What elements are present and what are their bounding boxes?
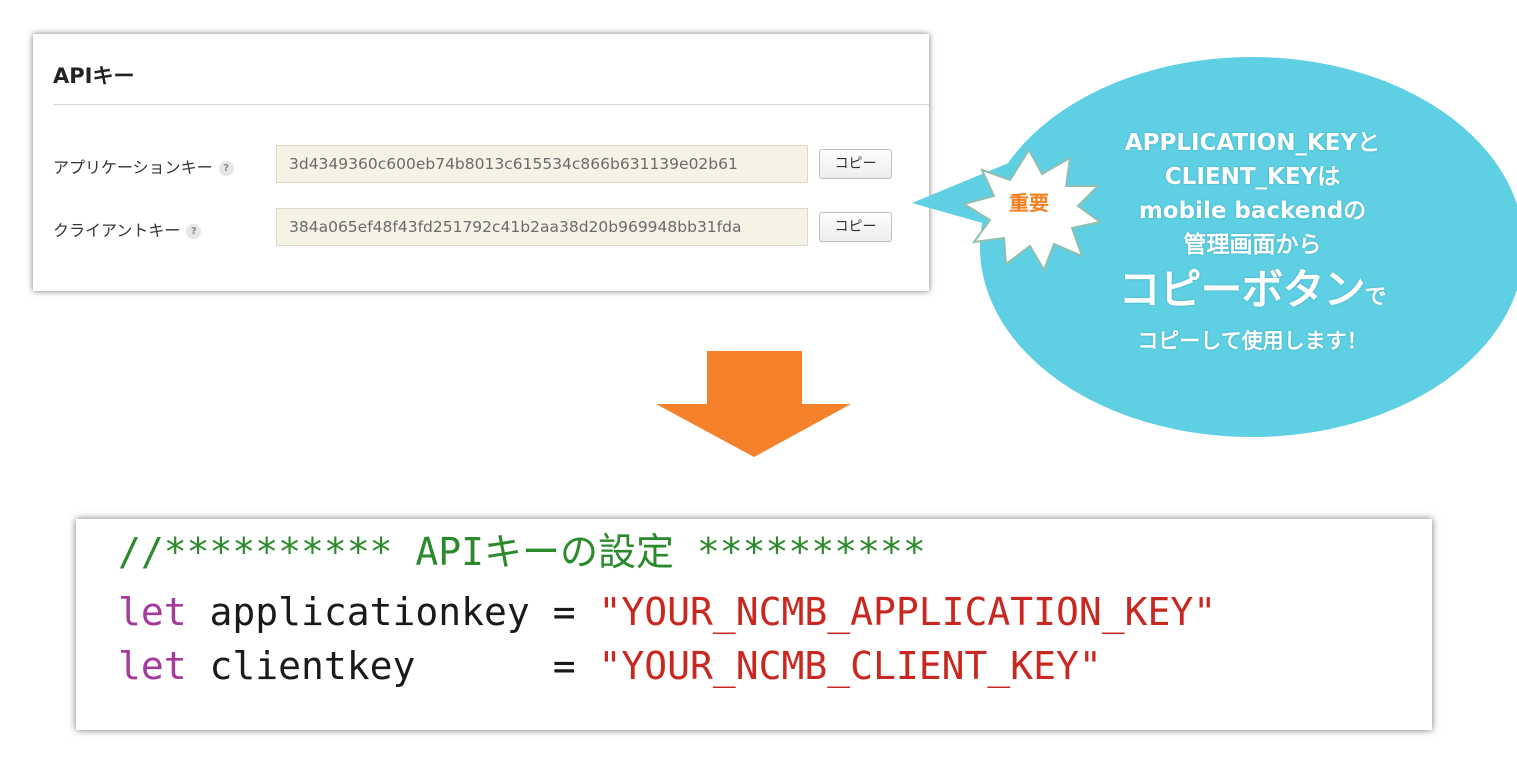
api-key-panel: APIキー アプリケーションキー? 3d4349360c600eb74b8013… [33,34,929,291]
callout-line-1: APPLICATION_KEYと [1124,130,1381,156]
client-key-field[interactable]: 384a065ef48f43fd251792c41b2aa38d20b96994… [276,208,808,246]
code-identifier: clientkey = [186,644,599,688]
callout-last-line: コピーして使用します！ [1137,329,1368,353]
copy-application-key-button[interactable]: コピー [819,149,892,179]
code-line-client-key: let clientkey = "YOUR_NCMB_CLIENT_KEY" [118,643,1102,689]
copy-client-key-button[interactable]: コピー [819,212,892,242]
code-panel: //********** APIキーの設定 ********** let app… [76,519,1432,730]
callout-big-suffix: で [1364,285,1387,310]
code-line-application-key: let applicationkey = "YOUR_NCMB_APPLICAT… [118,589,1216,635]
callout-line-4: 管理画面から [1183,232,1322,258]
help-icon[interactable]: ? [218,161,234,176]
application-key-label: アプリケーションキー? [53,154,234,178]
code-keyword: let [118,644,187,688]
callout-big-text: コピーボタン [1118,265,1365,314]
application-key-field[interactable]: 3d4349360c600eb74b8013c615534c866b631139… [276,145,808,183]
code-comment-line: //********** APIキーの設定 ********** [118,529,926,575]
client-key-row: クライアントキー? 384a065ef48f43fd251792c41b2aa3… [53,208,903,246]
application-key-label-text: アプリケーションキー [53,158,213,177]
down-arrow-icon [656,351,851,457]
client-key-label: クライアントキー? [53,217,202,241]
callout-text: APPLICATION_KEYと CLIENT_KEYは mobile back… [1050,126,1455,356]
stage: APIキー アプリケーションキー? 3d4349360c600eb74b8013… [0,0,1517,763]
client-key-label-text: クライアントキー [53,221,181,240]
help-icon[interactable]: ? [186,224,202,239]
code-string: "YOUR_NCMB_APPLICATION_KEY" [598,590,1217,634]
callout-line-2: CLIENT_KEYは [1164,164,1341,190]
panel-title: APIキー [53,64,135,88]
code-keyword: let [118,590,187,634]
application-key-row: アプリケーションキー? 3d4349360c600eb74b8013c61553… [53,145,903,183]
code-string: "YOUR_NCMB_CLIENT_KEY" [598,644,1102,688]
divider [53,104,929,105]
callout-line-3: mobile backendの [1138,198,1367,224]
code-identifier: applicationkey = [186,590,599,634]
code-comment: //********** APIキーの設定 ********** [118,530,926,574]
callout-big-line: コピーボタンで [1050,262,1455,326]
